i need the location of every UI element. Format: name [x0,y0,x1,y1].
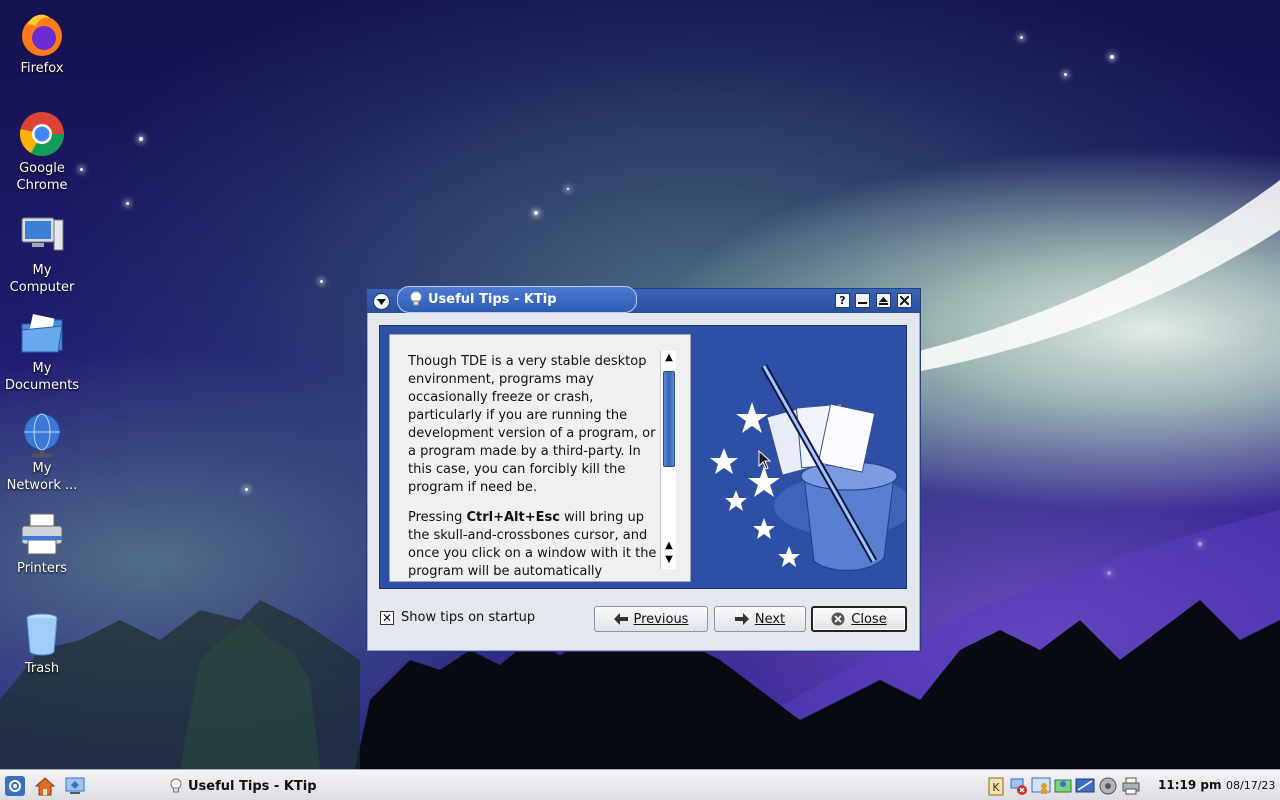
ktip-window: Useful Tips - KTip ? Though TDE is a ver… [366,286,921,652]
close-circle-icon [831,612,845,626]
network-disconnected-icon[interactable] [1009,776,1029,796]
display-icon[interactable] [1075,776,1095,796]
tde-menu-icon[interactable] [4,775,26,797]
tip-text-segment: Pressing [408,510,467,525]
star [245,488,248,491]
lightbulb-icon [170,778,182,793]
printer-tray-icon[interactable] [1121,776,1141,796]
mouse-cursor-icon [758,450,772,470]
minimize-icon [858,302,867,304]
window-menu-button[interactable] [373,293,390,310]
desktop-icon-label: My Documents [4,361,80,393]
desktop-icon-my-documents[interactable]: My Documents [0,310,87,394]
next-button[interactable]: Next [714,606,806,632]
close-window-button[interactable] [897,293,912,308]
previous-button-label: Previous [633,611,689,627]
arrow-left-icon [613,613,628,625]
scroll-down-button[interactable]: ▼ [662,553,676,567]
star [534,211,538,215]
minimize-button[interactable] [855,293,870,308]
maximize-icon [879,297,888,305]
tip-scrollbar[interactable]: ▲ ▲ ▼ [660,351,676,569]
folder-icon [21,313,63,353]
volume-icon[interactable] [1098,776,1118,796]
window-titlebar[interactable]: Useful Tips - KTip ? [367,286,920,313]
star [1020,36,1023,39]
tip-paragraph: Pressing Ctrl+Alt+Esc will bring up the … [408,509,660,581]
computer-icon [21,217,64,251]
system-info-icon[interactable] [1053,776,1073,796]
star [1110,55,1114,59]
star [567,188,569,190]
star [1107,571,1111,575]
tip-frame: Though TDE is a very stable desktop envi… [379,325,907,589]
desktop-icon-label: My Network ... [6,461,78,493]
taskbar-task-ktip[interactable]: Useful Tips - KTip [170,774,317,798]
desktop-icon-label: Google Chrome [16,161,68,193]
tip-paragraph: Though TDE is a very stable desktop envi… [408,354,656,495]
window-title-tab[interactable]: Useful Tips - KTip [397,286,637,313]
clock-date[interactable]: 08/17/23 [1226,779,1275,792]
desktop-icon-my-network[interactable]: My Network ... [0,410,87,494]
desktop-icon-chrome[interactable]: Google Chrome [0,110,87,194]
chrome-icon [19,112,64,156]
trash-icon [26,613,58,656]
tip-text: Though TDE is a very stable desktop envi… [408,353,660,581]
star [126,202,129,205]
tip-shortcut: Ctrl+Alt+Esc [466,510,560,525]
lightbulb-icon [410,291,422,306]
desktop-icon-label: My Computer [9,263,75,295]
desktop-icon-firefox[interactable]: Firefox [0,10,87,77]
scroll-thumb[interactable] [663,371,675,467]
arrow-right-icon [734,613,749,625]
svg-text:K: K [992,781,1000,794]
desktop-icon-label: Trash [24,661,60,676]
desktop-icon-printers[interactable]: Printers [0,510,87,577]
star [320,280,323,283]
show-tips-checkbox[interactable]: ✕ [380,611,394,625]
help-icon: ? [839,294,846,307]
taskbar-task-label: Useful Tips - KTip [188,778,317,794]
desktop-icon-trash[interactable]: Trash [0,610,87,677]
klipper-icon[interactable]: K [986,776,1006,796]
star [1198,542,1202,546]
taskbar: Useful Tips - KTip K 11:19 pm 08/17/23 [0,769,1280,800]
previous-button[interactable]: Previous [594,606,708,632]
star [1064,73,1067,76]
close-button[interactable]: Close [811,606,907,632]
home-icon[interactable] [34,775,56,797]
desktop-icon-label: Firefox [20,61,64,76]
help-button[interactable]: ? [835,293,850,308]
clock-time[interactable]: 11:19 pm [1158,778,1221,792]
magic-hat-illustration [694,326,906,588]
desktop-icon-my-computer[interactable]: My Computer [0,212,87,296]
maximize-button[interactable] [876,293,891,308]
printer-icon [21,513,63,555]
scroll-up-button[interactable]: ▲ [662,351,676,365]
tip-text-area[interactable]: Though TDE is a very stable desktop envi… [389,334,691,582]
close-button-label: Close [851,611,887,627]
scroll-up-button-lower[interactable]: ▲ [662,539,676,553]
close-icon [900,296,909,305]
chevron-down-icon [377,298,386,305]
user-switch-icon[interactable] [1031,776,1051,796]
show-tips-label: Show tips on startup [401,610,536,625]
star [139,137,143,141]
network-icon [23,413,61,457]
firefox-icon [22,14,62,56]
next-button-label: Next [754,611,786,627]
desktop-icon-label: Printers [16,561,68,576]
window-title: Useful Tips - KTip [428,292,557,307]
desktop-access-icon[interactable] [64,775,86,797]
